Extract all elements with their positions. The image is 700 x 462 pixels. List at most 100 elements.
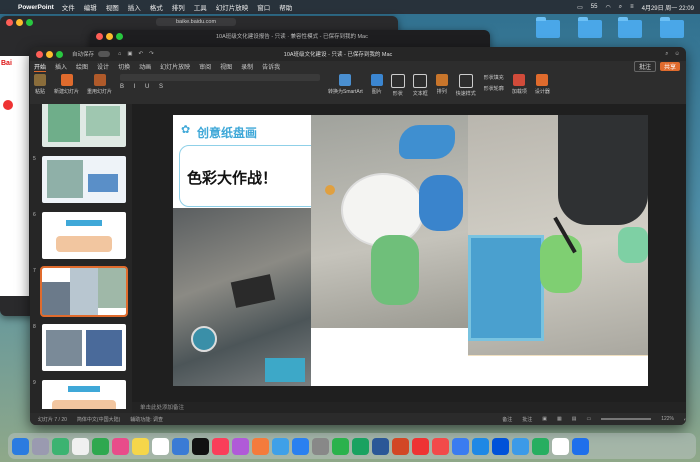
shape-outline-button[interactable]: 形状轮廓 [484, 85, 504, 92]
menu-item-help[interactable]: 帮助 [279, 2, 292, 12]
close-button[interactable] [36, 50, 43, 58]
zoom-button[interactable] [26, 18, 33, 26]
powerpoint-icon[interactable] [392, 437, 409, 455]
tencent-meeting-icon[interactable] [452, 437, 469, 455]
search-icon[interactable]: ⌕ [619, 4, 622, 11]
messages-icon[interactable] [52, 437, 69, 455]
language-indicator[interactable]: 简体中文(中国大陆) [77, 416, 120, 423]
address-bar[interactable]: baike.baidu.com [156, 18, 237, 26]
menu-item-edit[interactable]: 编辑 [84, 2, 97, 12]
current-slide[interactable]: ✿ 创意纸盘画 色彩大作战！ [173, 115, 648, 386]
battery-icon[interactable]: ▭ [577, 4, 583, 11]
quick-styles-button[interactable]: 快速样式 [456, 74, 476, 97]
thumbnail-4[interactable]: 4 [32, 104, 130, 152]
feishu-icon[interactable] [472, 437, 489, 455]
reminders-icon[interactable] [152, 437, 169, 455]
fit-slide-icon[interactable]: ⤢ [684, 416, 686, 422]
slideshow-view-icon[interactable]: ▭ [586, 416, 591, 422]
save-icon[interactable]: ▣ [127, 51, 132, 57]
tab-review[interactable]: 审阅 [199, 62, 211, 71]
comments-toggle[interactable]: 批注 [522, 416, 532, 423]
thumbnail-6[interactable]: 6 [32, 212, 130, 264]
tab-transitions[interactable]: 切换 [118, 62, 130, 71]
tab-design[interactable]: 设计 [97, 62, 109, 71]
trash-icon[interactable] [572, 437, 589, 455]
facetime-icon[interactable] [92, 437, 109, 455]
picture-button[interactable]: 图片 [370, 74, 383, 95]
menu-item-window[interactable]: 窗口 [257, 2, 270, 12]
thumbnail-9[interactable]: 9 [32, 380, 130, 409]
tab-animations[interactable]: 动画 [139, 62, 151, 71]
comments-button[interactable]: 批注 [633, 61, 656, 72]
shapes-button[interactable]: 形状 [390, 74, 405, 97]
menu-item-view[interactable]: 视图 [106, 2, 119, 12]
search-icon[interactable]: ⌕ [665, 51, 668, 58]
wifi-icon[interactable]: ◠ [605, 4, 610, 11]
notes-toggle[interactable]: 备注 [502, 416, 512, 423]
youdao-icon[interactable] [412, 437, 429, 455]
photos-icon[interactable] [112, 437, 129, 455]
tab-insert[interactable]: 插入 [55, 62, 67, 71]
account-icon[interactable]: ☺ [674, 51, 680, 57]
desktop-folder-icon[interactable] [660, 17, 684, 38]
thumbnail-8[interactable]: 8 [32, 324, 130, 376]
desktop-folder-icon[interactable] [618, 17, 642, 38]
convert-smartart-button[interactable]: 转换为SmartArt [328, 74, 363, 95]
arrange-button[interactable]: 排列 [435, 74, 448, 95]
new-slide-button[interactable]: 新建幻灯片 [54, 74, 79, 95]
zoom-button[interactable] [116, 32, 123, 40]
tab-home[interactable]: 开始 [34, 62, 47, 72]
launchpad-icon[interactable] [32, 437, 49, 455]
tab-slideshow[interactable]: 幻灯片放映 [160, 62, 190, 71]
appstore-icon[interactable] [292, 437, 309, 455]
desktop-folder-icon[interactable] [536, 17, 560, 38]
share-button[interactable]: 共享 [659, 62, 680, 71]
minimize-button[interactable] [46, 50, 53, 58]
undo-icon[interactable]: ↶ [139, 51, 144, 57]
zoom-level[interactable]: 122% [661, 416, 674, 422]
zoom-button[interactable] [56, 50, 63, 58]
settings-icon[interactable] [312, 437, 329, 455]
designer-button[interactable]: 设计器 [535, 74, 550, 95]
keynote-icon[interactable] [272, 437, 289, 455]
yd-dict-icon[interactable] [432, 437, 449, 455]
reading-view-icon[interactable]: ▤ [572, 416, 577, 422]
font-format-buttons[interactable]: B I U S [120, 84, 320, 90]
menu-item-slideshow[interactable]: 幻灯片放映 [216, 2, 249, 12]
appletv-icon[interactable] [192, 437, 209, 455]
vpn-icon[interactable] [512, 437, 529, 455]
dingtalk-icon[interactable] [492, 437, 509, 455]
reuse-slide-button[interactable]: 重用幻灯片 [87, 74, 112, 95]
desktop-folder-icon[interactable] [578, 17, 602, 38]
calendar-icon[interactable] [72, 437, 89, 455]
safari-icon[interactable] [172, 437, 189, 455]
podcasts-icon[interactable] [232, 437, 249, 455]
sorter-view-icon[interactable]: ▦ [557, 416, 562, 422]
shape-fill-button[interactable]: 形状填充 [484, 74, 504, 81]
tab-tell-me[interactable]: 告诉我 [262, 62, 280, 71]
menu-item-file[interactable]: 文件 [62, 2, 75, 12]
paste-button[interactable]: 粘贴 [34, 74, 46, 95]
pages-icon[interactable] [252, 437, 269, 455]
addins-button[interactable]: 加载项 [512, 74, 527, 95]
menu-item-arrange[interactable]: 排列 [172, 2, 185, 12]
control-center-icon[interactable]: ≡ [630, 4, 634, 10]
word-icon[interactable] [372, 437, 389, 455]
tab-draw[interactable]: 绘图 [76, 62, 88, 71]
app-name-menu[interactable]: PowerPoint [18, 4, 54, 11]
close-button[interactable] [6, 18, 13, 26]
slide-canvas[interactable]: ✿ 创意纸盘画 色彩大作战！ [132, 104, 686, 402]
minimize-button[interactable] [16, 18, 23, 26]
zoom-slider[interactable] [601, 418, 652, 420]
menu-item-tools[interactable]: 工具 [194, 2, 207, 12]
thumbnail-5[interactable]: 5 [32, 156, 130, 208]
powerpoint-window[interactable]: 自动保存 ⌂ ▣ ↶ ↷ 10A班级文化建设 - 只读 - 已保存到我的 Mac… [30, 47, 686, 425]
minimize-button[interactable] [106, 32, 113, 40]
slide-thumbnail-panel[interactable]: 4 5 6 7 8 9 [30, 104, 132, 409]
normal-view-icon[interactable]: ▣ [542, 416, 547, 422]
clock[interactable]: 4月29日 周一 22:09 [642, 3, 694, 12]
app-icon[interactable] [532, 437, 549, 455]
preview-icon[interactable] [552, 437, 569, 455]
accessibility-checker[interactable]: 辅助功能: 调查 [130, 416, 163, 423]
tab-record[interactable]: 录制 [241, 62, 253, 71]
